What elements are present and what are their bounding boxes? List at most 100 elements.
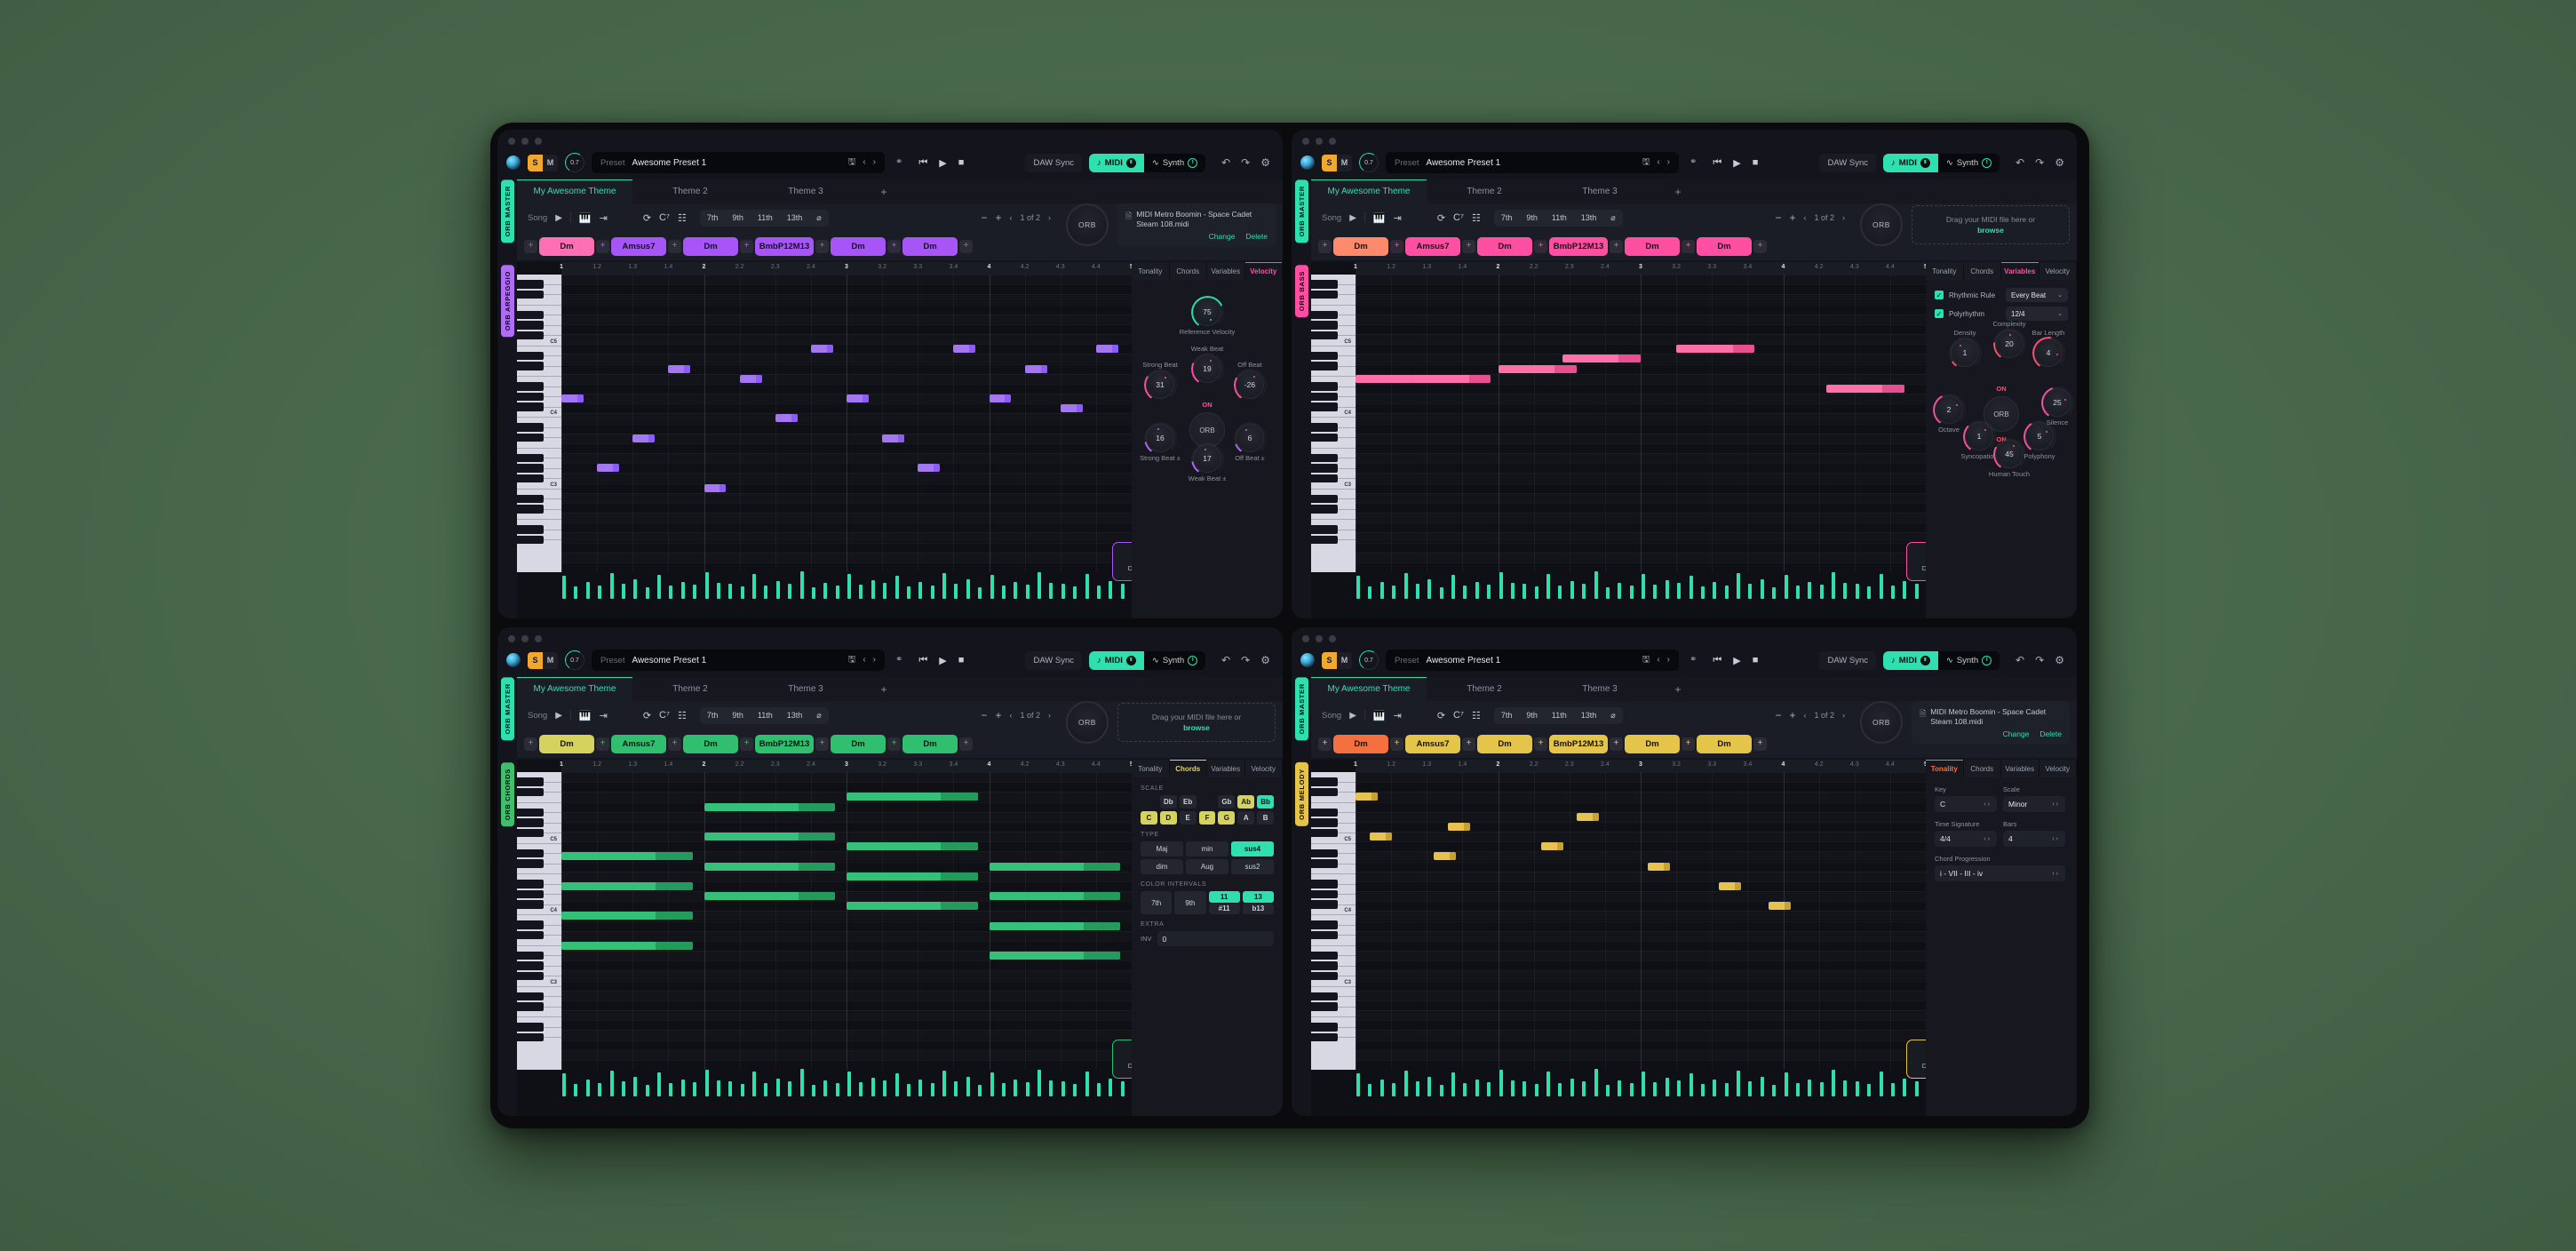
velocity-bar[interactable] (1832, 572, 1835, 599)
velocity-bar[interactable] (1867, 586, 1872, 599)
knob-density[interactable]: 1 (1948, 336, 1982, 370)
velocity-bar[interactable] (728, 1081, 733, 1096)
black-key[interactable] (517, 1023, 544, 1032)
velocity-bar[interactable] (954, 1081, 958, 1096)
panel-tab-variables[interactable]: Variables (1207, 760, 1244, 777)
midi-note[interactable] (632, 434, 656, 442)
midi-note[interactable] (882, 434, 904, 442)
rail-orb-master[interactable]: ORB MASTER (501, 179, 514, 243)
black-key[interactable] (517, 992, 544, 1000)
midi-note[interactable] (775, 414, 798, 423)
panel-tab-chords[interactable]: Chords (1963, 262, 2000, 280)
scale-arrows[interactable]: ‹› (2052, 801, 2060, 808)
velocity-bar[interactable] (1379, 582, 1384, 599)
velocity-bar[interactable] (1475, 1079, 1479, 1096)
knob-weak-beat-[interactable]: 17 (1190, 442, 1224, 475)
page-prev-button[interactable]: ‹ (1009, 213, 1012, 222)
black-key[interactable] (517, 351, 544, 360)
velocity-bar[interactable] (1475, 581, 1479, 599)
velocity-bar[interactable] (1463, 1083, 1467, 1096)
chord-chip[interactable]: Dm (1477, 734, 1532, 753)
midi-note[interactable] (1719, 881, 1742, 890)
type-sus4[interactable]: sus4 (1231, 841, 1274, 857)
velocity-bar[interactable] (1356, 576, 1360, 599)
play-button[interactable]: ▶ (939, 157, 946, 169)
velocity-bar[interactable] (1546, 1072, 1550, 1096)
chord-seven-icon[interactable]: C⁷ (659, 212, 670, 223)
solo-button[interactable]: S (1322, 651, 1337, 669)
velocity-bar[interactable] (1085, 1072, 1089, 1096)
velocity-bar[interactable] (752, 574, 756, 599)
window-dot[interactable] (521, 138, 529, 145)
orb-dial[interactable]: ORB (1066, 701, 1109, 744)
velocity-bar[interactable] (1843, 1080, 1848, 1096)
page-next-button[interactable]: › (1842, 711, 1845, 720)
velocity-bar[interactable] (1748, 1081, 1753, 1096)
key-field[interactable]: C ‹› (1935, 796, 1997, 812)
synth-power-icon[interactable] (1188, 157, 1198, 168)
redo-icon[interactable]: ↷ (2035, 654, 2044, 666)
black-key[interactable] (1311, 362, 1338, 371)
velocity-bar[interactable] (764, 1082, 768, 1096)
midi-note[interactable] (847, 842, 978, 851)
velocity-bar[interactable] (1879, 1072, 1883, 1096)
bars-field[interactable]: 4 ‹› (2003, 831, 2065, 847)
interval-#11[interactable]: #11 (1208, 903, 1240, 914)
midi-note[interactable] (989, 394, 1012, 403)
black-key[interactable] (517, 849, 544, 857)
decrement-button[interactable]: − (981, 709, 987, 721)
midi-note[interactable] (668, 364, 691, 373)
velocity-bar[interactable] (811, 587, 815, 599)
velocity-bar[interactable] (1724, 585, 1729, 599)
black-key[interactable] (1311, 1023, 1338, 1032)
extension-7th[interactable]: 7th (700, 707, 726, 724)
add-chord-button[interactable]: + (887, 737, 901, 751)
refresh-icon[interactable]: ⟳ (1437, 212, 1445, 224)
velocity-bar[interactable] (680, 581, 685, 599)
velocity-bar[interactable] (954, 584, 958, 599)
velocity-bar[interactable] (859, 584, 863, 599)
velocity-bar[interactable] (1356, 1073, 1360, 1096)
velocity-bar[interactable] (693, 584, 697, 599)
velocity-bar[interactable] (966, 1077, 970, 1096)
theme-tab-1[interactable]: My Awesome Theme (1311, 677, 1427, 701)
extension-13th[interactable]: 13th (780, 707, 810, 724)
preset-selector[interactable]: Preset Awesome Preset 1 🖫 ‹ › (1386, 152, 1679, 173)
black-key[interactable] (517, 828, 544, 837)
interval-11[interactable]: 11 (1208, 891, 1240, 903)
black-key[interactable] (517, 362, 544, 371)
black-key[interactable] (1311, 433, 1338, 442)
velocity-bar[interactable] (1499, 1070, 1503, 1096)
undo-icon[interactable]: ↶ (1221, 654, 1230, 666)
bars-arrows[interactable]: ‹› (2052, 836, 2060, 842)
stop-button[interactable]: ■ (958, 157, 965, 168)
add-chord-button[interactable]: + (815, 737, 829, 751)
velocity-bar[interactable] (1784, 1072, 1788, 1096)
key-Bb[interactable]: Bb (1257, 795, 1275, 809)
black-key[interactable] (1311, 849, 1338, 857)
velocity-bar[interactable] (1689, 1073, 1693, 1096)
theme-tab-1[interactable]: My Awesome Theme (1311, 179, 1427, 203)
knob-human-touch[interactable]: 45 (1992, 437, 2026, 471)
knob-strong-beat-[interactable]: 16 (1143, 421, 1177, 455)
add-chord-button[interactable]: + (887, 239, 901, 253)
extension-11th[interactable]: 11th (1545, 210, 1574, 227)
black-key[interactable] (1311, 280, 1338, 289)
black-key[interactable] (517, 280, 544, 289)
chord-chip[interactable]: Dm (902, 236, 958, 256)
page-next-button[interactable]: › (1842, 213, 1845, 222)
velocity-bar[interactable] (1737, 1070, 1740, 1096)
knob-syncopation[interactable]: 1 (1962, 419, 1996, 453)
velocity-bar[interactable] (823, 1080, 828, 1096)
rail-engine[interactable]: ORB BASS (1295, 265, 1308, 318)
time-signature-field[interactable]: 4/4 ‹› (1935, 831, 1997, 847)
window-dot[interactable] (535, 635, 542, 642)
window-dot[interactable] (1302, 138, 1309, 145)
panel-tab-variables[interactable]: Variables (1207, 262, 1244, 280)
chord-chip[interactable]: Dm (539, 734, 594, 753)
synth-power-icon[interactable] (1188, 655, 1198, 665)
velocity-bar[interactable] (740, 1084, 744, 1096)
daw-sync-button[interactable]: DAW Sync (1025, 153, 1083, 172)
midi-note[interactable] (1434, 852, 1457, 861)
key-G[interactable]: G (1218, 811, 1236, 825)
